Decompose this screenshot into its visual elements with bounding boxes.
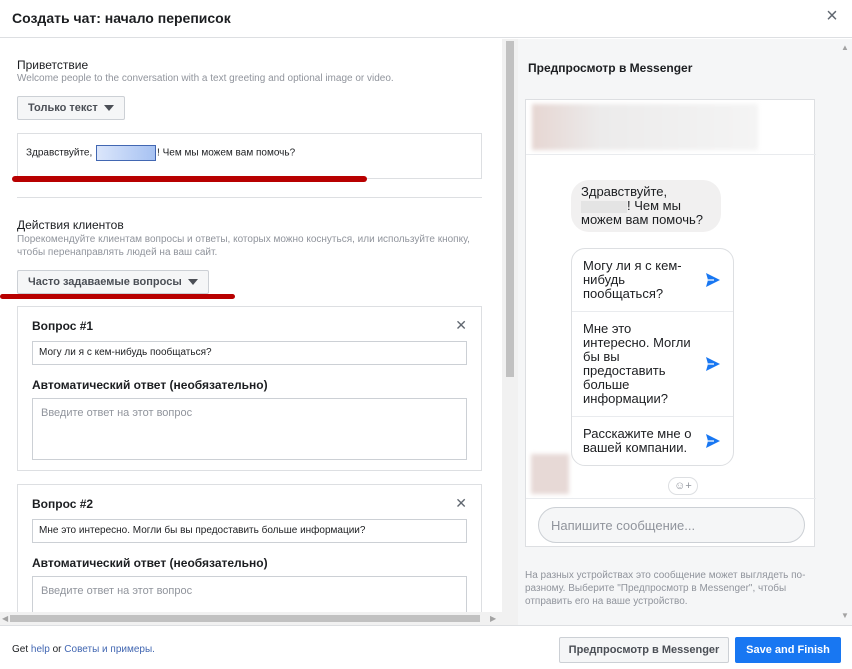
save-and-finish-button[interactable]: Save and Finish (735, 637, 841, 663)
preview-title: Предпросмотр в Messenger (528, 61, 693, 75)
quick-replies: Могу ли я с кем-нибудь пообщаться? Мне э… (571, 248, 734, 466)
actions-type-dropdown[interactable]: Часто задаваемые вопросы (17, 270, 209, 294)
auto-answer-label: Автоматический ответ (необязательно) (32, 556, 268, 570)
first-name-token[interactable] (96, 145, 157, 161)
quick-reply-label: Мне это интересно. Могли бы вы предостав… (583, 321, 691, 406)
quick-reply[interactable]: Могу ли я с кем-нибудь пообщаться? (572, 249, 733, 312)
caret-down-icon (187, 279, 198, 285)
customer-actions-title: Действия клиентов (17, 218, 124, 232)
blurred-name (581, 200, 627, 213)
greeting-bubble: Здравствуйте, ! Чем мы можем вам помочь? (571, 180, 721, 232)
greeting-text-before: Здравствуйте, (26, 147, 93, 159)
bubble-text-before: Здравствуйте, (581, 184, 668, 199)
annotation-underline (0, 294, 235, 299)
right-vertical-scrollbar[interactable]: ▲ ▼ (838, 39, 852, 625)
greeting-title: Приветствие (17, 58, 89, 72)
messenger-preview: Здравствуйте, ! Чем мы можем вам помочь?… (525, 99, 816, 547)
tips-link[interactable]: Советы и примеры. (64, 644, 155, 655)
page-identity-blurred (532, 104, 758, 150)
close-icon[interactable]: × (822, 6, 842, 26)
dialog-footer: Get help or Советы и примеры. Предпросмо… (0, 625, 852, 669)
scroll-down-icon[interactable]: ▼ (841, 611, 849, 620)
section-divider (17, 197, 482, 198)
quick-reply-label: Могу ли я с кем-нибудь пообщаться? (583, 258, 682, 301)
remove-question-icon[interactable]: ✕ (455, 495, 467, 512)
send-icon (706, 273, 720, 287)
greeting-mode-dropdown[interactable]: Только текст (17, 96, 125, 120)
left-horizontal-scrollbar[interactable]: ◀ ▶ (0, 612, 502, 625)
actions-type-label: Часто задаваемые вопросы (28, 276, 182, 288)
quick-reply[interactable]: Расскажите мне о вашей компании. (572, 417, 733, 465)
reaction-icon[interactable]: ☺+ (668, 477, 698, 495)
greeting-text-after: ! Чем мы можем вам помочь? (157, 147, 296, 159)
auto-answer-textarea[interactable]: Введите ответ на этот вопрос (32, 576, 467, 612)
question-title: Вопрос #1 (32, 319, 94, 333)
help-link[interactable]: help (31, 644, 50, 655)
quick-reply-label: Расскажите мне о вашей компании. (583, 426, 692, 455)
greeting-mode-label: Только текст (28, 102, 98, 114)
message-input[interactable]: Напишите сообщение... (538, 507, 805, 543)
annotation-underline (12, 176, 367, 182)
dialog-header: Создать чат: начало переписок × (0, 0, 852, 38)
caret-down-icon (103, 105, 114, 111)
question-input[interactable]: Мне это интересно. Могли бы вы предостав… (32, 519, 467, 543)
quick-reply[interactable]: Мне это интересно. Могли бы вы предостав… (572, 312, 733, 417)
settings-pane: Приветствие Welcome people to the conver… (0, 39, 502, 612)
question-card: Вопрос #2 ✕ Мне это интересно. Могли бы … (17, 484, 482, 612)
send-icon (706, 434, 720, 448)
question-card: Вопрос #1 ✕ Могу ли я с кем-нибудь пообщ… (17, 306, 482, 471)
remove-question-icon[interactable]: ✕ (455, 317, 467, 334)
chat-header (526, 100, 816, 155)
preview-disclaimer: На разных устройствах это сообщение може… (525, 570, 806, 607)
scrollbar-thumb[interactable] (10, 615, 480, 622)
left-vertical-scrollbar[interactable] (502, 39, 518, 625)
scroll-up-icon[interactable]: ▲ (841, 43, 849, 52)
scrollbar-thumb[interactable] (506, 41, 514, 377)
scroll-right-icon[interactable]: ▶ (490, 614, 496, 623)
auto-answer-textarea[interactable]: Введите ответ на этот вопрос (32, 398, 467, 460)
help-text: Get help or Советы и примеры. (12, 644, 155, 655)
preview-in-messenger-button[interactable]: Предпросмотр в Messenger (559, 637, 729, 663)
help-conjunction: or (52, 644, 62, 655)
preview-pane: Предпросмотр в Messenger Здравствуйте, !… (518, 39, 852, 625)
question-title: Вопрос #2 (32, 497, 94, 511)
dialog-title: Создать чат: начало переписок (12, 10, 231, 26)
scroll-left-icon[interactable]: ◀ (2, 614, 8, 623)
question-input[interactable]: Могу ли я с кем-нибудь пообщаться? (32, 341, 467, 365)
auto-answer-label: Автоматический ответ (необязательно) (32, 378, 268, 392)
greeting-subtitle: Welcome people to the conversation with … (17, 73, 394, 84)
composer-divider (526, 498, 816, 499)
customer-actions-subtitle: Порекомендуйте клиентам вопросы и ответы… (17, 234, 470, 258)
avatar (531, 454, 569, 494)
help-prefix: Get (12, 644, 29, 655)
send-icon (706, 357, 720, 371)
greeting-text-field[interactable]: Здравствуйте, ! Чем мы можем вам помочь? (17, 133, 482, 179)
